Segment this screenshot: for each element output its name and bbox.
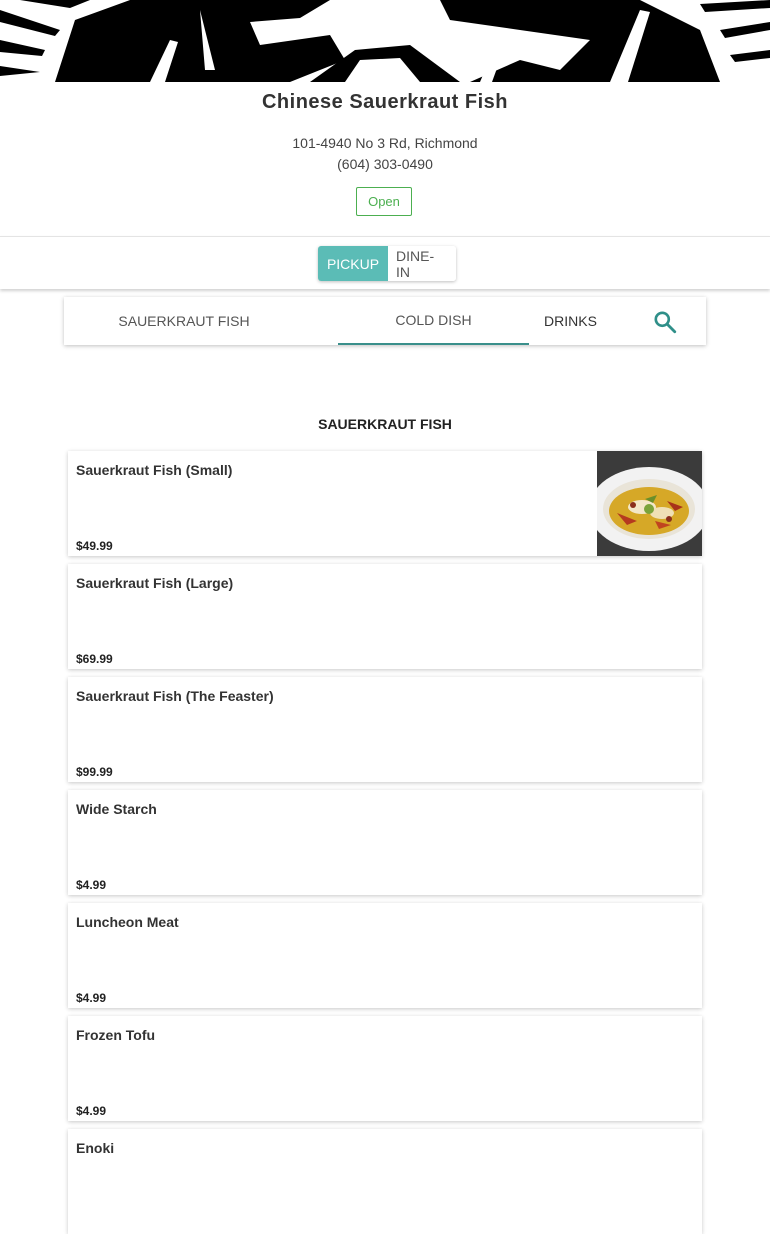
restaurant-name: Chinese Sauerkraut Fish bbox=[261, 91, 509, 113]
menu-item-card[interactable]: Sauerkraut Fish (The Feaster) $99.99 bbox=[68, 677, 702, 782]
header-banner bbox=[0, 0, 770, 82]
dine-in-button[interactable]: DINE-IN bbox=[388, 246, 456, 281]
restaurant-phone[interactable]: (604) 303-0490 bbox=[0, 156, 770, 172]
menu-item-card[interactable]: Sauerkraut Fish (Small) $49.99 bbox=[68, 451, 702, 556]
menu-item-name: Wide Starch bbox=[76, 801, 157, 817]
pickup-button[interactable]: PICKUP bbox=[318, 246, 388, 281]
menu-item-price: $99.99 bbox=[76, 765, 113, 779]
menu-item-card[interactable]: Enoki bbox=[68, 1129, 702, 1234]
menu-item-card[interactable]: Sauerkraut Fish (Large) $69.99 bbox=[68, 564, 702, 669]
restaurant-address: 101-4940 No 3 Rd, Richmond bbox=[292, 135, 478, 151]
status-badge: Open bbox=[356, 187, 412, 216]
menu-item-price: $49.99 bbox=[76, 539, 113, 553]
order-mode-toggle: PICKUP DINE-IN bbox=[318, 246, 456, 281]
menu-item-name: Frozen Tofu bbox=[76, 1027, 156, 1043]
menu-item-photo bbox=[597, 451, 702, 556]
section-title: SAUERKRAUT FISH bbox=[318, 416, 452, 432]
menu-item-price: $4.99 bbox=[76, 878, 107, 892]
category-tabs: SAUERKRAUT FISH COLD DISH DRINKS bbox=[64, 297, 706, 345]
tab-sauerkraut-fish[interactable]: SAUERKRAUT FISH bbox=[94, 297, 274, 345]
menu-item-name: Enoki bbox=[76, 1140, 115, 1156]
order-mode-bar: PICKUP DINE-IN bbox=[0, 236, 770, 289]
menu-item-price: $4.99 bbox=[76, 1104, 107, 1118]
tab-cold-dish[interactable]: COLD DISH bbox=[338, 297, 529, 345]
menu-item-price: $4.99 bbox=[76, 991, 107, 1005]
menu-item-name: Luncheon Meat bbox=[76, 914, 179, 930]
menu-item-name: Sauerkraut Fish (Large) bbox=[76, 575, 234, 591]
search-icon[interactable] bbox=[652, 309, 678, 335]
menu-item-card[interactable]: Frozen Tofu $4.99 bbox=[68, 1016, 702, 1121]
tab-drinks[interactable]: DRINKS bbox=[529, 297, 612, 345]
banner-artwork bbox=[0, 0, 770, 82]
menu-item-name: Sauerkraut Fish (Small) bbox=[76, 462, 233, 478]
menu-item-name: Sauerkraut Fish (The Feaster) bbox=[76, 688, 274, 704]
menu-item-card[interactable]: Wide Starch $4.99 bbox=[68, 790, 702, 895]
menu-item-card[interactable]: Luncheon Meat $4.99 bbox=[68, 903, 702, 1008]
menu-item-price: $69.99 bbox=[76, 652, 113, 666]
